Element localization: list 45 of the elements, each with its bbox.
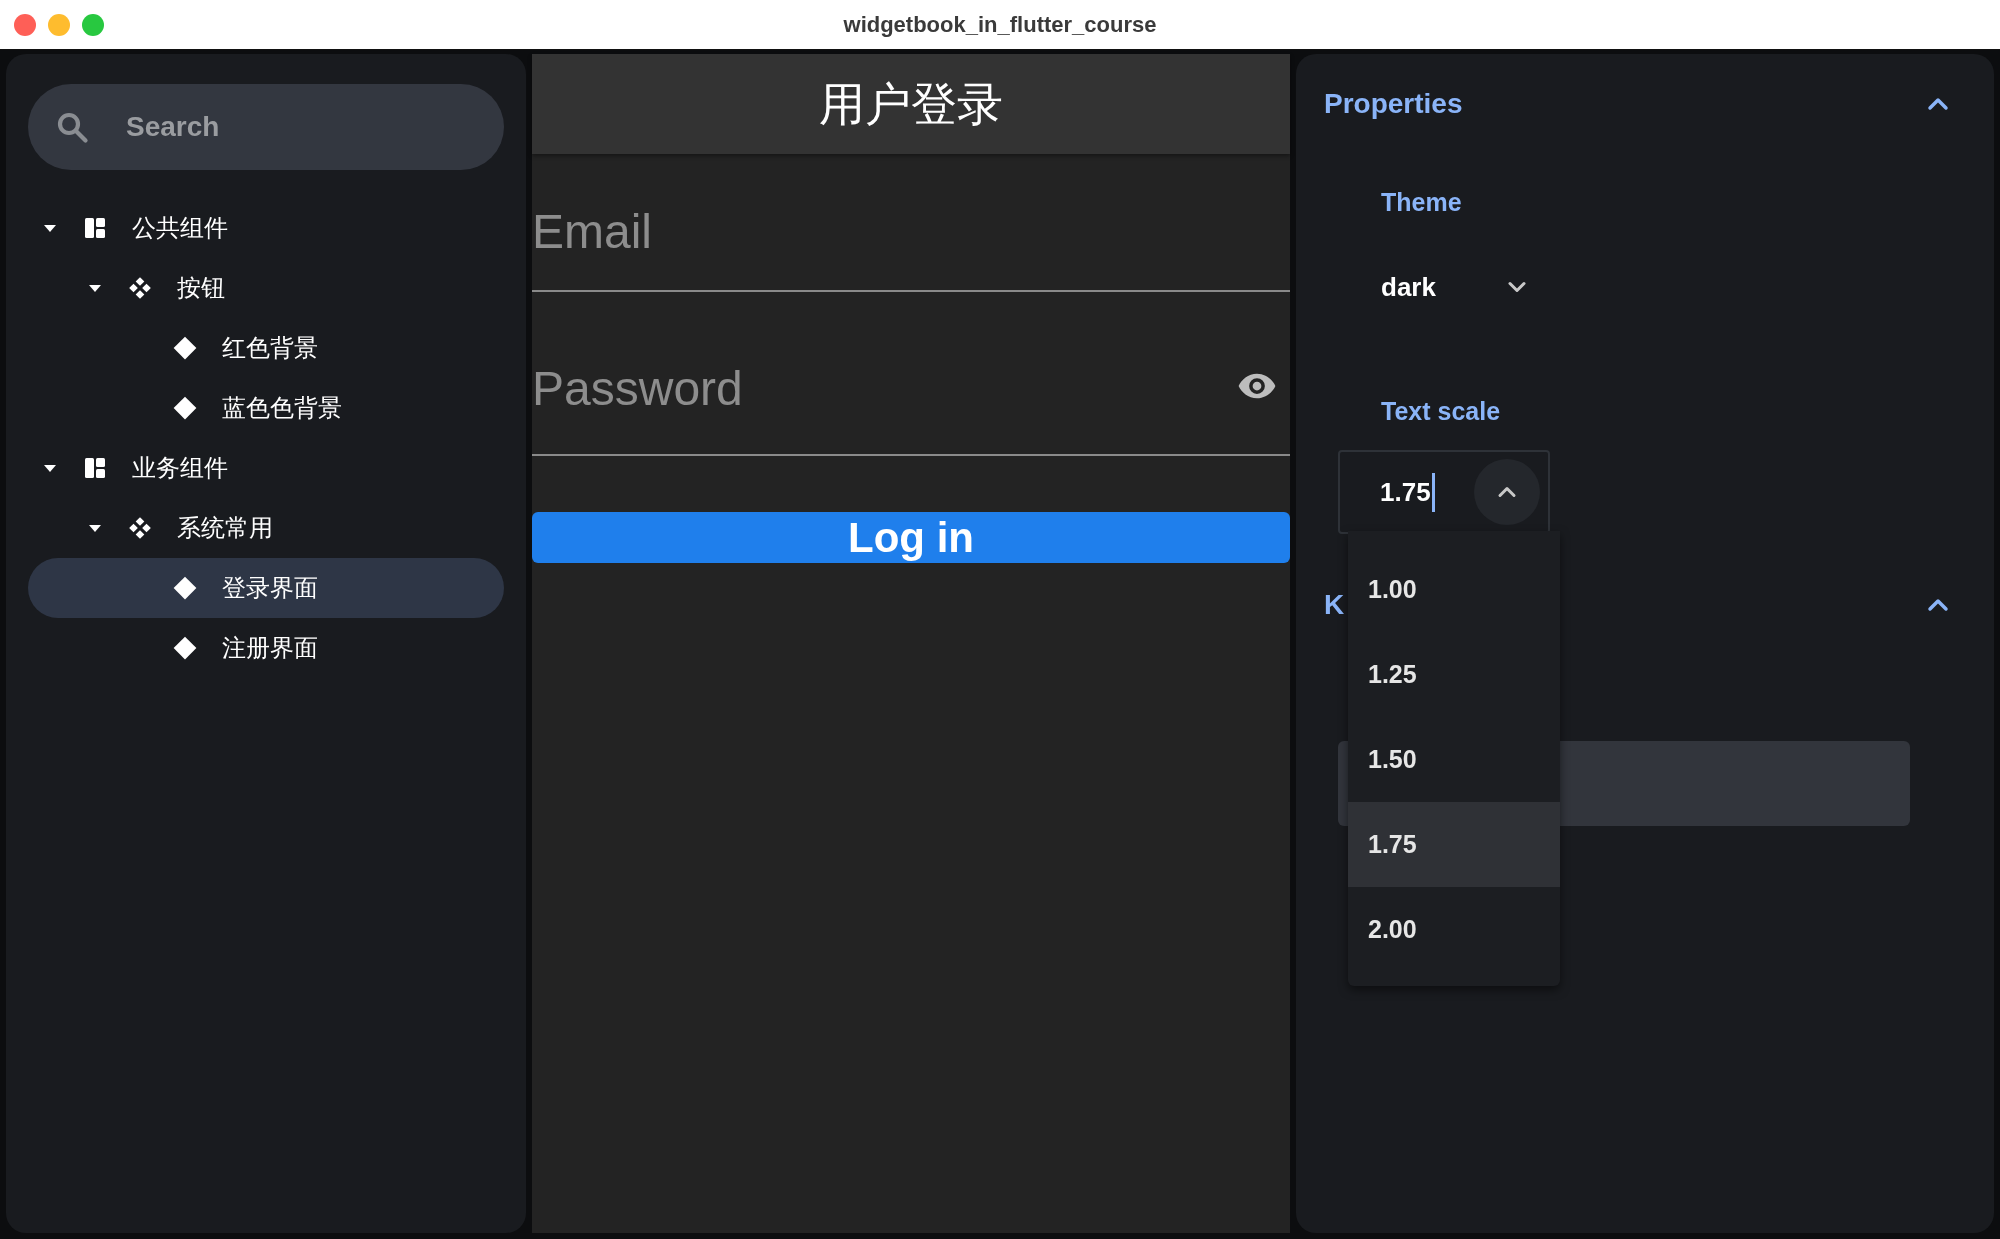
search-field[interactable]: Search	[28, 84, 504, 170]
dropdown-option[interactable]: 1.75	[1348, 802, 1560, 887]
tree-item-label: 按钮	[177, 273, 225, 303]
tree-item[interactable]: 红色背景	[28, 318, 504, 378]
tree-item-label: 业务组件	[132, 453, 228, 483]
caret-icon[interactable]	[43, 463, 57, 473]
diamonds-icon	[127, 275, 153, 301]
tree-item-label: 红色背景	[222, 333, 318, 363]
close-window-button[interactable]	[14, 14, 36, 36]
theme-dropdown[interactable]: dark	[1381, 267, 1531, 307]
window-title: widgetbook_in_flutter_course	[843, 11, 1157, 39]
section-title: K	[1324, 588, 1345, 622]
tree-item[interactable]: 系统常用	[28, 498, 504, 558]
diamond-icon	[172, 635, 198, 661]
tree-item[interactable]: 登录界面	[28, 558, 504, 618]
tree-item-label: 公共组件	[132, 213, 228, 243]
dropdown-option[interactable]: 2.00	[1348, 887, 1560, 972]
email-field[interactable]: Email	[532, 154, 1290, 292]
tree-item[interactable]: 按钮	[28, 258, 504, 318]
diamond-icon	[172, 575, 198, 601]
tree-item-label: 注册界面	[222, 633, 318, 663]
login-button[interactable]: Log in	[532, 512, 1290, 563]
section-title: Properties	[1324, 87, 1463, 121]
layout-icon	[83, 456, 107, 480]
diamond-icon	[172, 395, 198, 421]
layout-icon	[83, 216, 107, 240]
text-scale-label: Text scale	[1381, 395, 1502, 427]
dropdown-option[interactable]: 1.25	[1348, 632, 1560, 717]
tree-item[interactable]: 注册界面	[28, 618, 504, 678]
caret-icon[interactable]	[88, 283, 102, 293]
caret-icon[interactable]	[43, 223, 57, 233]
tree-item[interactable]: 蓝色色背景	[28, 378, 504, 438]
dropdown-option[interactable]: 1.00	[1348, 547, 1560, 632]
tree-item[interactable]: 业务组件	[28, 438, 504, 498]
app-bar-title: 用户登录	[819, 76, 1003, 132]
tree-item-label: 登录界面	[222, 573, 318, 603]
caret-icon[interactable]	[88, 523, 102, 533]
theme-label: Theme	[1381, 187, 1463, 218]
password-field[interactable]: Password	[532, 292, 1290, 456]
tree-item[interactable]: 公共组件	[28, 198, 504, 258]
diamonds-icon	[127, 515, 153, 541]
diamond-icon	[172, 335, 198, 361]
tree-item-label: 系统常用	[177, 513, 273, 543]
dropdown-option[interactable]: 1.50	[1348, 717, 1560, 802]
tree-item-label: 蓝色色背景	[222, 393, 342, 423]
